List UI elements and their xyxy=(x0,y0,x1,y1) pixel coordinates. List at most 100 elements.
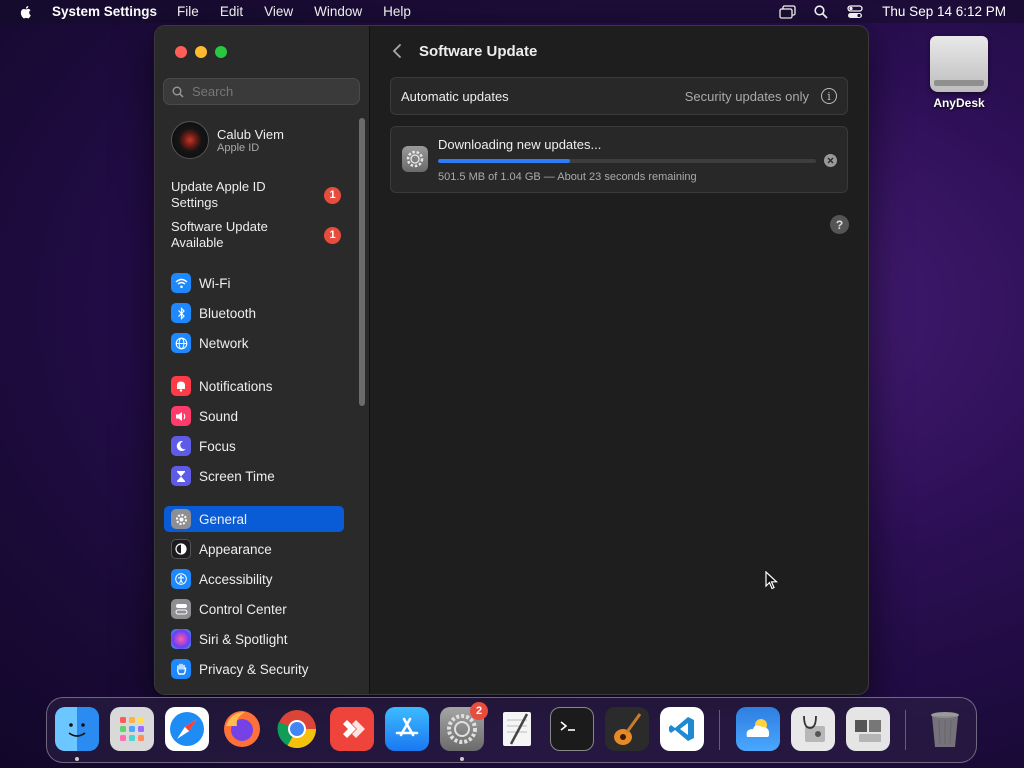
download-status: 501.5 MB of 1.04 GB — About 23 seconds r… xyxy=(438,171,697,183)
apple-id-profile[interactable]: Calub Viem Apple ID xyxy=(171,121,284,159)
mouse-cursor-icon xyxy=(765,571,779,590)
page-title: Software Update xyxy=(419,43,538,60)
sidebar-item-label: Screen Time xyxy=(199,468,275,484)
menu-file[interactable]: File xyxy=(177,4,199,19)
download-title: Downloading new updates... xyxy=(438,137,602,152)
trash-icon[interactable] xyxy=(923,707,967,751)
siri-icon xyxy=(171,629,191,649)
menu-window[interactable]: Window xyxy=(314,4,362,19)
search-input[interactable] xyxy=(190,83,354,100)
chrome-icon[interactable] xyxy=(275,707,319,751)
wifi-icon xyxy=(171,273,191,293)
help-button[interactable]: ? xyxy=(830,215,849,234)
sidebar-item-screen-time[interactable]: Screen Time xyxy=(164,463,344,489)
sidebar-item-control-center[interactable]: Control Center xyxy=(164,596,344,622)
launchpad-icon[interactable] xyxy=(110,707,154,751)
download-progress-fill xyxy=(438,159,571,163)
info-icon[interactable]: i xyxy=(821,88,837,104)
sidebar-item-privacy-security[interactable]: Privacy & Security xyxy=(164,656,344,682)
app-store-icon[interactable] xyxy=(385,707,429,751)
finder-icon[interactable] xyxy=(55,707,99,751)
alert-label: Software Update Available xyxy=(171,219,268,250)
close-window-button[interactable] xyxy=(175,46,187,58)
profile-name: Calub Viem xyxy=(217,126,284,142)
menu-view[interactable]: View xyxy=(264,4,293,19)
notification-badge: 2 xyxy=(470,702,488,720)
sidebar-alert-apple-id[interactable]: Update Apple ID Settings 1 xyxy=(171,179,341,211)
sidebar-item-label: Sound xyxy=(199,408,239,424)
window-controls xyxy=(175,46,235,58)
sidebar-item-notifications[interactable]: Notifications xyxy=(164,373,344,399)
profile-subtitle: Apple ID xyxy=(217,141,260,154)
sidebar-item-bluetooth[interactable]: Bluetooth xyxy=(164,300,344,326)
menu-help[interactable]: Help xyxy=(383,4,411,19)
sidebar-item-label: Notifications xyxy=(199,378,273,394)
sidebar-item-siri-spotlight[interactable]: Siri & Spotlight xyxy=(164,626,344,652)
safari-icon[interactable] xyxy=(165,707,209,751)
globe-icon xyxy=(171,333,191,353)
screen-mirroring-icon[interactable] xyxy=(778,4,796,20)
textedit-icon[interactable] xyxy=(495,707,539,751)
accessibility-icon xyxy=(171,569,191,589)
avatar xyxy=(171,121,209,159)
vscode-icon[interactable] xyxy=(660,707,704,751)
search-icon xyxy=(172,86,184,98)
sidebar-alert-software-update[interactable]: Software Update Available 1 xyxy=(171,219,341,251)
minimize-window-button[interactable] xyxy=(195,46,207,58)
sidebar-item-label: Focus xyxy=(199,438,236,454)
search-field[interactable] xyxy=(163,78,360,105)
drive-icon xyxy=(930,36,988,92)
hourglass-icon xyxy=(171,466,191,486)
sidebar-item-label: Wi-Fi xyxy=(199,275,231,291)
desktop-drive-anydesk[interactable]: AnyDesk xyxy=(922,36,996,110)
alert-label: Update Apple ID Settings xyxy=(171,179,266,210)
menu-bar-clock[interactable]: Thu Sep 14 6:12 PM xyxy=(882,4,1006,19)
garageband-icon[interactable] xyxy=(605,707,649,751)
sidebar-scrollbar[interactable] xyxy=(359,118,365,406)
sidebar-item-label: Siri & Spotlight xyxy=(199,631,288,647)
automatic-updates-value: Security updates only xyxy=(684,88,809,104)
desktop-icon-label: AnyDesk xyxy=(933,96,985,110)
weather-icon[interactable] xyxy=(736,707,780,751)
apple-icon[interactable] xyxy=(18,4,34,20)
sidebar-item-label: Network xyxy=(199,335,249,351)
sidebar-item-label: General xyxy=(199,511,248,527)
sidebar-item-network[interactable]: Network xyxy=(164,330,344,356)
boot-camp-icon[interactable] xyxy=(846,707,890,751)
anydesk-icon[interactable] xyxy=(330,707,374,751)
sidebar-item-general[interactable]: General xyxy=(164,506,344,532)
cancel-download-button[interactable] xyxy=(824,154,837,167)
disk-utility-icon[interactable] xyxy=(791,707,835,751)
sidebar-item-sound[interactable]: Sound xyxy=(164,403,344,429)
sidebar: Calub Viem Apple ID Update Apple ID Sett… xyxy=(155,26,370,694)
gear-icon xyxy=(171,509,191,529)
automatic-updates-row[interactable]: Automatic updates Security updates only … xyxy=(390,77,848,115)
spotlight-search-icon[interactable] xyxy=(812,4,830,20)
sidebar-item-focus[interactable]: Focus xyxy=(164,433,344,459)
sidebar-item-appearance[interactable]: Appearance xyxy=(164,536,344,562)
close-icon xyxy=(827,157,834,164)
app-name-menu[interactable]: System Settings xyxy=(52,4,157,19)
sidebar-item-label: Privacy & Security xyxy=(199,661,309,677)
back-chevron-icon[interactable] xyxy=(390,42,404,60)
moon-icon xyxy=(171,436,191,456)
hand-icon xyxy=(171,659,191,679)
bluetooth-icon xyxy=(171,303,191,323)
running-indicator xyxy=(75,757,79,761)
running-indicator xyxy=(460,757,464,761)
system-settings-window: Calub Viem Apple ID Update Apple ID Sett… xyxy=(154,25,869,695)
menu-edit[interactable]: Edit xyxy=(220,4,243,19)
software-update-gear-icon xyxy=(402,146,428,172)
alert-badge: 1 xyxy=(324,186,341,204)
zoom-window-button[interactable] xyxy=(215,46,227,58)
sidebar-item-label: Appearance xyxy=(199,541,272,557)
sidebar-item-accessibility[interactable]: Accessibility xyxy=(164,566,344,592)
sidebar-item-wifi[interactable]: Wi-Fi xyxy=(164,270,344,296)
dock: 2 xyxy=(46,697,977,763)
firefox-icon[interactable] xyxy=(220,707,264,751)
speaker-icon xyxy=(171,406,191,426)
terminal-icon[interactable] xyxy=(550,707,594,751)
sidebar-item-label: Control Center xyxy=(199,601,287,617)
download-progress-bar xyxy=(438,159,816,163)
control-center-icon[interactable] xyxy=(846,4,864,20)
